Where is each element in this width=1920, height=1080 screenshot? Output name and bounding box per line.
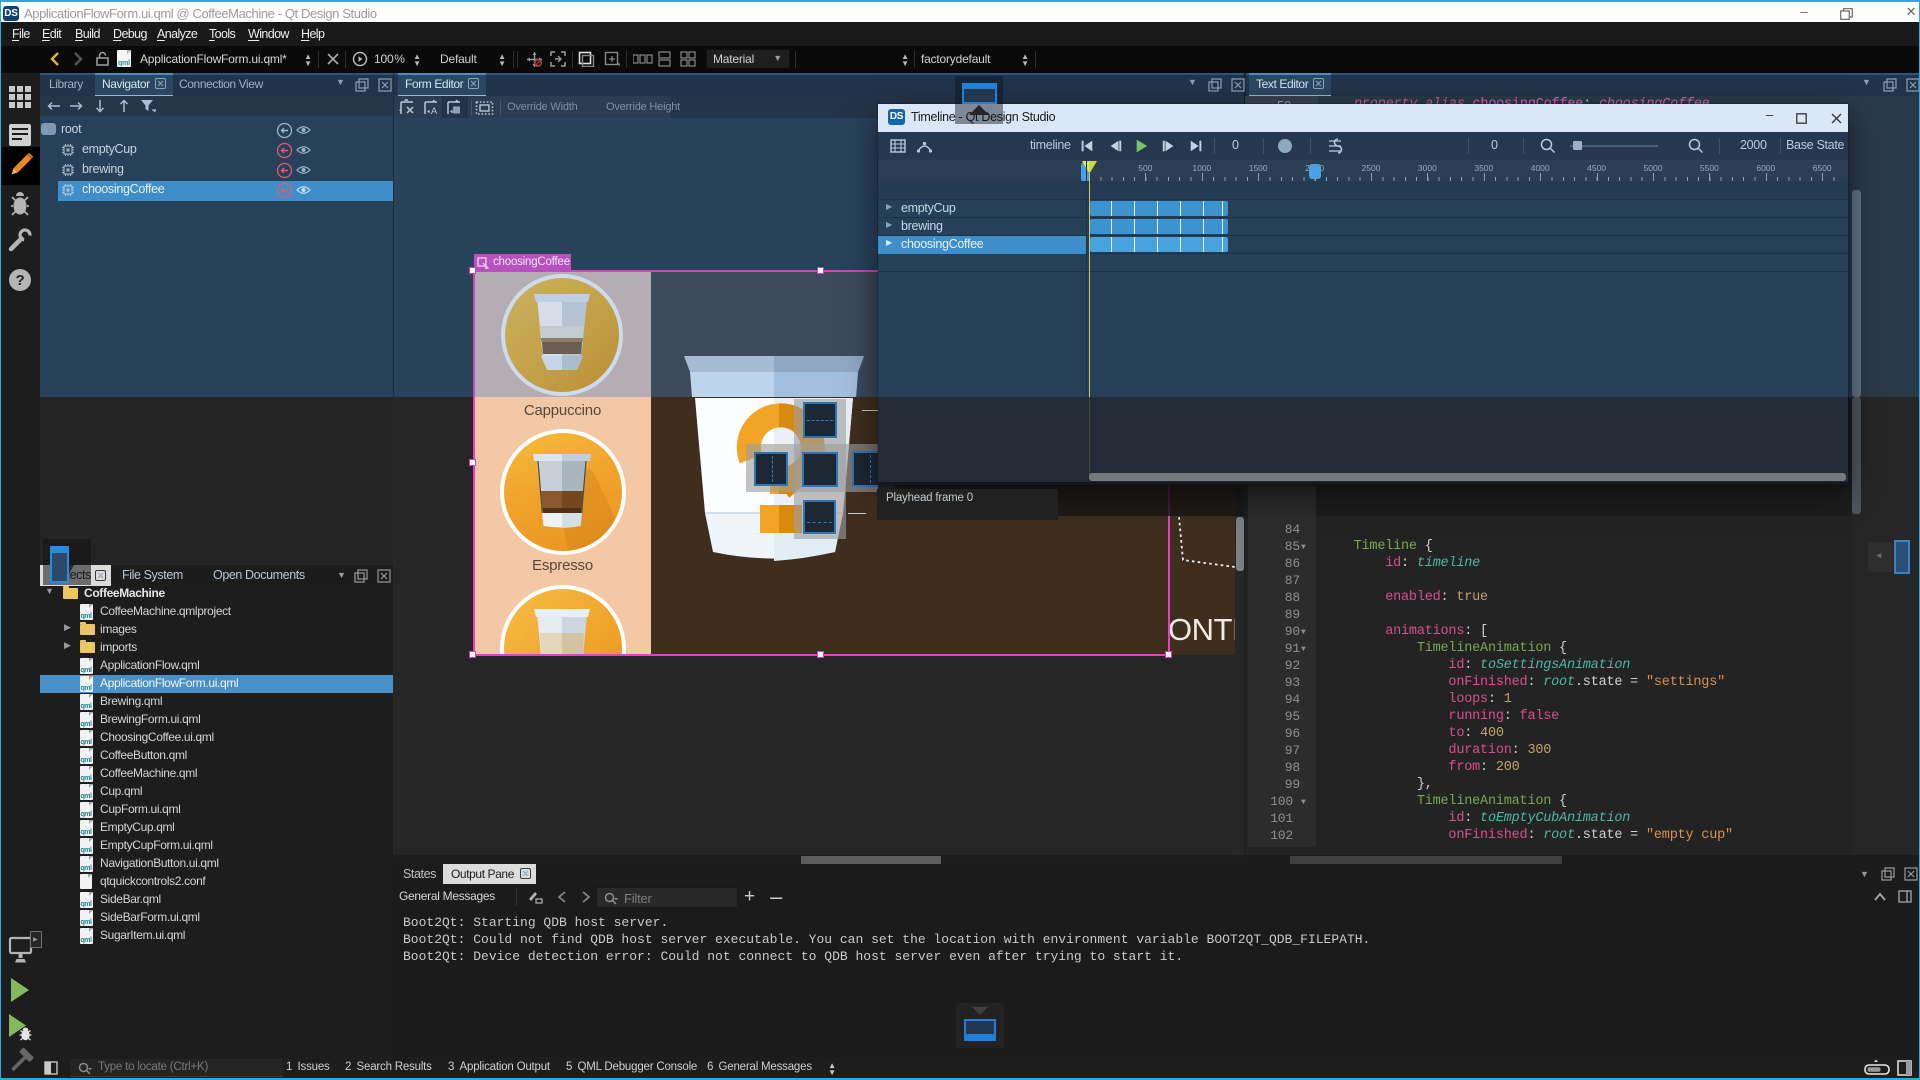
- svg-text:?: ?: [16, 272, 25, 289]
- svg-text:A: A: [431, 106, 438, 115]
